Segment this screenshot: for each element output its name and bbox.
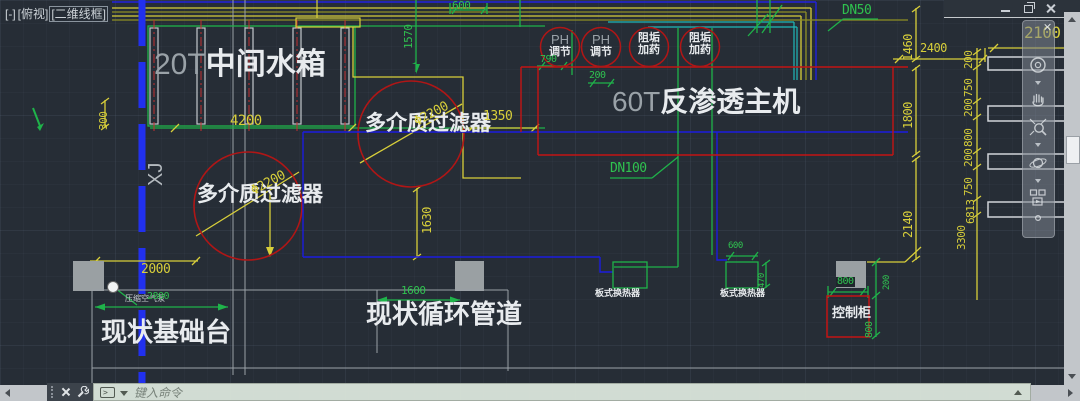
horizontal-scrollbar-right[interactable]	[1031, 385, 1080, 401]
dim-label: 800	[963, 129, 974, 147]
dim-label: 2400	[920, 42, 947, 54]
vertical-scrollbar[interactable]	[1064, 12, 1080, 385]
dim-label: 600	[452, 0, 470, 11]
dim-label: 6813	[965, 200, 976, 225]
restore-button[interactable]	[1023, 3, 1035, 14]
command-input[interactable]	[132, 385, 996, 401]
minimize-icon	[1001, 10, 1010, 12]
cabinet-label: 控制柜	[832, 306, 871, 320]
dim-label: 800	[865, 321, 875, 338]
command-line-bar[interactable]: >	[93, 383, 1031, 401]
command-dropdown-icon[interactable]	[120, 391, 128, 396]
heat-exchanger-1-label: 板式换热器	[595, 289, 640, 298]
tank-label: 20T中间水箱	[154, 49, 326, 81]
command-close-icon[interactable]	[61, 387, 71, 397]
dim-label: 2140	[902, 211, 914, 238]
dim-label: 1350	[483, 110, 512, 123]
pan-hand-icon[interactable]	[1028, 91, 1048, 111]
dim-label: 470	[758, 273, 767, 288]
scroll-up-icon[interactable]	[1068, 17, 1076, 22]
antiscale-dosing-2: 阻垢 加药	[681, 33, 719, 56]
navigation-wheel-icon[interactable]	[1028, 55, 1048, 75]
navigation-bar	[1022, 20, 1055, 238]
axis-xj-label: XJ	[146, 163, 167, 186]
dim-label: 800	[836, 277, 855, 287]
scroll-down-icon[interactable]	[1068, 374, 1076, 379]
close-icon	[1045, 3, 1056, 14]
circulation-label: 现状循环管道	[366, 301, 522, 328]
command-palette-grip[interactable]	[47, 383, 93, 401]
viewport-menu[interactable]: [-]	[4, 7, 17, 21]
dim-label: 200	[963, 99, 974, 117]
dim-label: 4200	[230, 114, 262, 128]
dim-label: 200	[963, 149, 974, 167]
dim-label: 2000	[141, 263, 170, 276]
dim-label: 1800	[902, 102, 914, 129]
dn100-label: DN100	[610, 162, 647, 175]
navbar-close-icon[interactable]	[1043, 23, 1051, 31]
command-prompt-icon[interactable]: >	[100, 387, 115, 398]
dim-label: 600	[728, 242, 743, 251]
close-button[interactable]	[1045, 3, 1057, 14]
restore-icon	[1024, 5, 1033, 13]
minimize-button[interactable]	[1000, 3, 1012, 14]
orbit-icon[interactable]	[1028, 153, 1048, 173]
grip-dots-icon[interactable]	[51, 386, 53, 398]
viewport-controls[interactable]: [-][俯视][二维线框]	[4, 5, 108, 22]
scroll-right-icon[interactable]	[1068, 389, 1073, 397]
dim-label: 200	[963, 51, 974, 69]
scroll-left-icon[interactable]	[5, 389, 10, 397]
navbar-customize-icon[interactable]	[1028, 213, 1048, 225]
drawing-window-titlebar	[944, 0, 1080, 18]
antiscale-dosing-1: 阻垢 加药	[630, 33, 668, 56]
dim-label: 750	[963, 178, 974, 196]
dim-label: 1630	[421, 207, 433, 234]
dim-label: 750	[963, 79, 974, 97]
command-history-expand-icon[interactable]	[1014, 390, 1022, 395]
autocad-drawing-canvas: [-][俯视][二维线框] 20T中间水箱 多介质过滤器 多介质过滤器 Φ220…	[0, 0, 1080, 401]
navbar-dropdown-icon[interactable]	[1035, 179, 1041, 183]
showmotion-icon[interactable]	[1028, 187, 1048, 207]
vertical-scrollbar-thumb[interactable]	[1066, 136, 1080, 164]
viewport-visual-style-control[interactable]: [二维线框]	[49, 6, 108, 22]
zoom-icon[interactable]	[1028, 117, 1048, 137]
dim-label: 1600	[401, 285, 426, 296]
dim-label: 300	[98, 112, 109, 130]
ph-dosing-2: PH 调节	[582, 33, 620, 58]
navbar-dropdown-icon[interactable]	[1035, 143, 1041, 147]
dim-label: 200	[883, 275, 892, 290]
dim-label: 790	[540, 55, 557, 65]
customize-wrench-icon[interactable]	[76, 386, 89, 399]
heat-exchanger-2-label: 板式换热器	[720, 289, 765, 298]
blue-pipes	[303, 132, 908, 272]
dn50-label: DN50	[842, 4, 871, 17]
navbar-dropdown-icon[interactable]	[1035, 81, 1041, 85]
horizontal-scrollbar-left[interactable]	[0, 385, 47, 401]
ro-unit-label: 60T反渗透主机	[612, 87, 800, 116]
dim-label: 1460	[902, 34, 914, 61]
dim-label: 1570	[403, 25, 414, 50]
viewport-view-control[interactable]: [俯视]	[17, 7, 50, 21]
dim-label: 2800	[147, 292, 169, 302]
dim-label: 3300	[956, 226, 967, 251]
dim-label: 200	[589, 71, 606, 81]
foundation-label: 现状基础台	[101, 319, 231, 346]
